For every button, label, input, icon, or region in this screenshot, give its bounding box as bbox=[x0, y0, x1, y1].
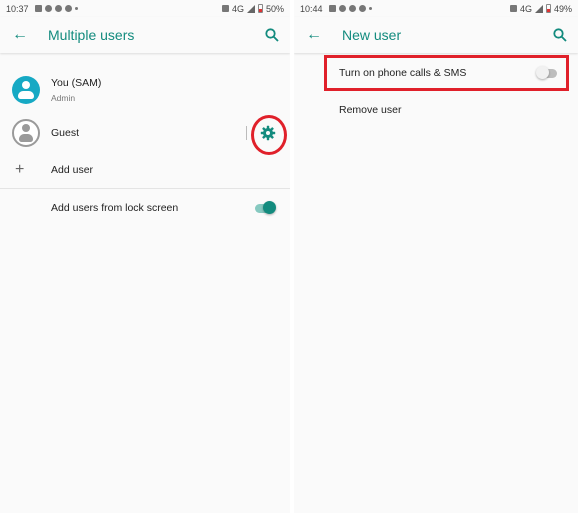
search-icon[interactable] bbox=[264, 27, 280, 43]
remove-user-row[interactable]: Remove user bbox=[294, 96, 578, 124]
app-bar: ← Multiple users bbox=[0, 17, 290, 53]
lock-screen-row[interactable]: Add users from lock screen bbox=[0, 194, 290, 222]
multiple-users-screen: 10:37 4G 50% ← Multiple users You (SAM) … bbox=[0, 0, 290, 513]
annotation-circle bbox=[251, 115, 287, 155]
person-avatar-grey bbox=[12, 119, 40, 147]
battery-icon bbox=[257, 4, 263, 13]
person-avatar-teal bbox=[12, 76, 40, 104]
arrow-back-icon[interactable]: ← bbox=[306, 27, 322, 43]
whatsapp-notification-icon bbox=[64, 5, 72, 12]
arrow-back-icon[interactable]: ← bbox=[12, 27, 28, 43]
signal-icon bbox=[246, 4, 255, 13]
status-time: 10:37 bbox=[6, 3, 29, 14]
app-bar: ← New user bbox=[294, 17, 578, 53]
more-notifications-icon bbox=[74, 7, 78, 10]
battery-icon bbox=[545, 4, 551, 13]
battery-percent: 49% bbox=[553, 3, 572, 14]
vibrate-icon bbox=[509, 5, 517, 12]
new-user-screen: 10:44 4G 49% ← New user Turn on phone ca… bbox=[294, 0, 578, 513]
network-type: 4G bbox=[519, 3, 532, 14]
whatsapp-notification-icon bbox=[358, 5, 366, 12]
more-notifications-icon bbox=[368, 7, 372, 10]
status-bar: 10:44 4G 49% bbox=[294, 0, 578, 17]
image-notification-icon bbox=[34, 5, 42, 12]
vibrate-icon bbox=[221, 5, 229, 12]
row-divider bbox=[246, 126, 247, 140]
notification-icons bbox=[328, 5, 372, 12]
network-type: 4G bbox=[231, 3, 244, 14]
location-notification-icon bbox=[338, 5, 346, 12]
add-icon: + bbox=[15, 161, 25, 178]
user-name: You (SAM) bbox=[51, 77, 102, 89]
user-row-guest[interactable]: Guest bbox=[0, 115, 290, 155]
user-role: Admin bbox=[51, 93, 76, 103]
location-notification-icon bbox=[44, 5, 52, 12]
status-bar: 10:37 4G 50% bbox=[0, 0, 290, 17]
lock-screen-label: Add users from lock screen bbox=[51, 202, 179, 214]
pinterest-notification-icon bbox=[54, 5, 62, 12]
add-user-label: Add user bbox=[51, 164, 94, 176]
user-row-owner[interactable]: You (SAM) Admin bbox=[0, 70, 290, 110]
search-icon[interactable] bbox=[552, 27, 568, 43]
section-separator bbox=[0, 188, 290, 189]
lock-screen-toggle-thumb[interactable] bbox=[263, 201, 276, 214]
annotation-rectangle bbox=[324, 55, 569, 91]
page-title: Multiple users bbox=[48, 27, 135, 43]
image-notification-icon bbox=[328, 5, 336, 12]
remove-user-label: Remove user bbox=[339, 104, 402, 116]
battery-percent: 50% bbox=[265, 3, 284, 14]
status-time: 10:44 bbox=[300, 3, 323, 14]
pinterest-notification-icon bbox=[348, 5, 356, 12]
add-user-row[interactable]: + Add user bbox=[0, 156, 290, 184]
signal-icon bbox=[534, 4, 543, 13]
user-name: Guest bbox=[51, 127, 80, 139]
page-title: New user bbox=[342, 27, 402, 43]
notification-icons bbox=[34, 5, 78, 12]
